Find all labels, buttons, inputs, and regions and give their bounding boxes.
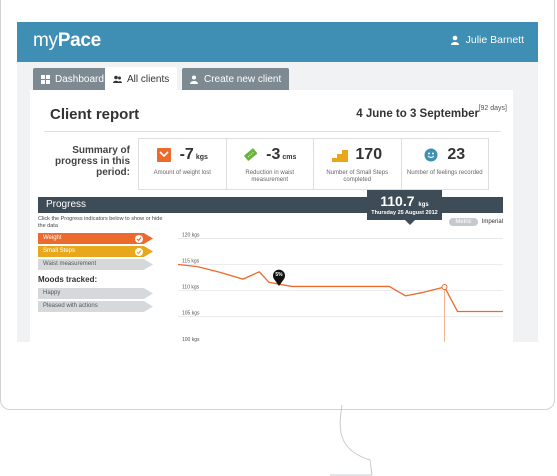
mood-label: Pleased with actions bbox=[43, 303, 98, 309]
data-tooltip: 110.7 kgs Thursday 25 August 2012 bbox=[367, 190, 442, 225]
user-icon bbox=[450, 35, 459, 45]
app-logo[interactable]: myPace bbox=[33, 30, 101, 52]
marker-label: 5% bbox=[275, 272, 283, 278]
indicator-waist[interactable]: Waist measurement bbox=[38, 259, 153, 270]
stat-feelings: 23 Number of feelings recorded bbox=[402, 139, 489, 189]
weight-chart: Metric Imperial 120 kgs 115 kgs 110 kgs 105… bbox=[178, 218, 503, 342]
check-icon bbox=[135, 234, 143, 243]
weight-series-line[interactable] bbox=[178, 263, 503, 313]
milestone-marker[interactable]: 5% bbox=[272, 269, 286, 286]
tooltip-value: 110.7 bbox=[380, 193, 415, 209]
device-cable bbox=[330, 405, 373, 476]
tooltip-unit: kgs bbox=[418, 202, 429, 208]
tab-create-new-client[interactable]: Create new client bbox=[182, 68, 290, 90]
top-bar: myPace Julie Barnett bbox=[17, 22, 538, 62]
report-date-range: 4 June to 3 September bbox=[356, 108, 479, 120]
y-tick-label: 115 kgs bbox=[182, 259, 200, 265]
user-name: Julie Barnett bbox=[465, 34, 524, 46]
stat-value: -7 bbox=[179, 146, 194, 163]
grid-icon bbox=[41, 74, 50, 84]
brand-prefix: my bbox=[33, 30, 58, 51]
stat-waist-reduction: -3 cms Reduction in waist measurement bbox=[227, 139, 314, 189]
tape-measure-icon bbox=[244, 148, 258, 161]
indicator-label: Small Steps bbox=[43, 248, 76, 254]
mood-label: Happy bbox=[43, 290, 61, 296]
mood-pleased-with-actions[interactable]: Pleased with actions bbox=[38, 301, 153, 312]
y-tick-label: 105 kgs bbox=[182, 311, 200, 317]
steps-icon bbox=[332, 150, 349, 162]
tab-bar: Dashboard All clients Create new client bbox=[17, 67, 538, 91]
add-user-icon bbox=[190, 75, 198, 84]
progress-hint: Click the Progress indicators below to s… bbox=[38, 216, 163, 229]
page-title: Client report bbox=[50, 106, 140, 123]
indicator-weight[interactable]: Weight bbox=[38, 233, 153, 244]
check-icon bbox=[135, 247, 143, 256]
stat-caption: Reduction in waist measurement bbox=[245, 170, 295, 183]
tab-label: All clients bbox=[127, 73, 170, 85]
stat-caption: Number of Small Steps completed bbox=[326, 170, 389, 183]
user-menu[interactable]: Julie Barnett bbox=[450, 34, 524, 46]
smiley-icon bbox=[424, 148, 438, 162]
tooltip-tail bbox=[405, 220, 415, 225]
y-tick-label: 120 kgs bbox=[182, 232, 200, 238]
progress-indicators: Click the Progress indicators below to s… bbox=[38, 216, 168, 314]
tab-label: Create new client bbox=[204, 73, 282, 85]
report-days-count: [92 days] bbox=[478, 105, 507, 112]
indicator-label: Waist measurement bbox=[43, 261, 97, 267]
stat-value: 170 bbox=[355, 146, 383, 163]
stat-caption: Amount of weight lost bbox=[153, 170, 211, 176]
y-tick-label: 110 kgs bbox=[182, 285, 200, 291]
stat-value: 23 bbox=[447, 146, 466, 163]
stat-caption: Number of feelings recorded bbox=[406, 170, 483, 176]
users-icon bbox=[113, 75, 122, 83]
chart-svg: 120 kgs 115 kgs 110 kgs 105 kgs 100 kgs bbox=[178, 232, 503, 342]
tab-all-clients[interactable]: All clients bbox=[105, 67, 178, 91]
stat-weight-lost: -7 kgs Amount of weight lost bbox=[139, 139, 227, 189]
stat-small-steps: 170 Number of Small Steps completed bbox=[314, 139, 402, 189]
stat-value: -3 bbox=[266, 146, 281, 163]
indicator-label: Weight bbox=[43, 235, 62, 241]
brand-name: Pace bbox=[57, 30, 101, 51]
tab-dashboard[interactable]: Dashboard bbox=[33, 68, 112, 90]
scale-icon bbox=[156, 148, 171, 162]
app-screen: myPace Julie Barnett Dashboard All clien… bbox=[17, 22, 538, 342]
mood-happy[interactable]: Happy bbox=[38, 288, 153, 299]
tooltip-date: Thursday 25 August 2012 bbox=[371, 210, 438, 216]
summary-stats: -7 kgs Amount of weight lost -3 cms Redu… bbox=[138, 138, 489, 190]
y-tick-label: 100 kgs bbox=[182, 337, 200, 342]
tab-label: Dashboard bbox=[55, 73, 104, 85]
indicator-small-steps[interactable]: Small Steps bbox=[38, 246, 153, 257]
moods-heading: Moods tracked: bbox=[38, 275, 98, 284]
highlight-point[interactable] bbox=[441, 283, 448, 290]
summary-label: Summary of progress in this period: bbox=[54, 145, 130, 178]
stat-unit: kgs bbox=[195, 154, 208, 161]
screenshot-stage: myPace Julie Barnett Dashboard All clien… bbox=[0, 0, 557, 476]
divider bbox=[44, 131, 501, 132]
stat-unit: cms bbox=[282, 154, 297, 161]
